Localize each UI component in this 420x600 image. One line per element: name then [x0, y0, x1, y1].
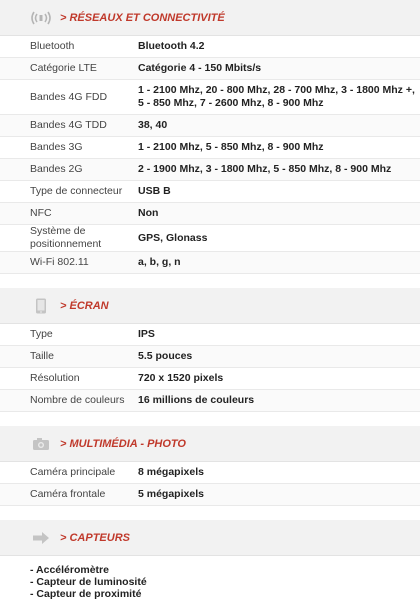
spec-row-nfc: NFC Non	[0, 203, 420, 225]
spec-label: Bandes 4G FDD	[30, 90, 108, 103]
spec-row-camera-frontale: Caméra frontale 5 mégapixels	[0, 484, 420, 506]
spec-value: IPS	[138, 328, 155, 340]
spec-table-multimedia: Caméra principale 8 mégapixels Caméra fr…	[0, 462, 420, 506]
spec-label: Wi-Fi 802.11	[30, 256, 89, 268]
spec-value: 720 x 1520 pixels	[138, 372, 224, 384]
wifi-signal-icon	[30, 10, 52, 26]
camera-icon	[30, 436, 52, 452]
spec-row-connecteur: Type de connecteur USB B	[0, 181, 420, 203]
section-title: > CAPTEURS	[60, 531, 130, 544]
spec-value: Bluetooth 4.2	[138, 40, 205, 52]
list-item: - Accéléromètre	[30, 564, 109, 576]
spec-row-type: Type IPS	[0, 324, 420, 346]
spec-row-taille: Taille 5.5 pouces	[0, 346, 420, 368]
spec-label: NFC	[30, 207, 52, 219]
spec-value: 2 - 1900 Mhz, 3 - 1800 Mhz, 5 - 850 Mhz,…	[138, 163, 392, 175]
spec-label: Taille	[30, 350, 54, 362]
section-title: > MULTIMÉDIA - PHOTO	[60, 437, 186, 450]
phone-screen-icon	[30, 298, 52, 314]
spec-row-positionnement: Système de positionnement GPS, Glonass	[0, 225, 420, 252]
section-title: > RÉSEAUX ET CONNECTIVITÉ	[60, 11, 225, 24]
list-item: - Capteur de luminosité	[30, 576, 147, 588]
spec-value: 5.5 pouces	[138, 350, 193, 362]
section-title: > ÉCRAN	[60, 299, 109, 312]
spec-label: Bandes 2G	[30, 163, 83, 175]
section-header-ecran: > ÉCRAN	[0, 288, 420, 324]
spec-label: Nombre de couleurs	[30, 394, 125, 406]
spec-label: Caméra frontale	[30, 488, 106, 500]
spec-label: Type	[30, 328, 53, 340]
spec-row-2g: Bandes 2G 2 - 1900 Mhz, 3 - 1800 Mhz, 5 …	[0, 159, 420, 181]
spec-value: Catégorie 4 - 150 Mbits/s	[138, 62, 262, 74]
spec-table-reseaux: Bluetooth Bluetooth 4.2 Catégorie LTE Ca…	[0, 36, 420, 274]
section-gap	[0, 274, 420, 288]
list-item: - Capteur de proximité	[30, 588, 142, 600]
spec-label: Bluetooth	[30, 40, 75, 52]
spec-label: Type de connecteur	[30, 185, 123, 197]
spec-label: Bandes 4G TDD	[30, 119, 107, 131]
spec-value: 16 millions de couleurs	[138, 394, 255, 406]
spec-value: 5 mégapixels	[138, 488, 204, 500]
spec-value: Non	[138, 207, 159, 219]
spec-value: GPS, Glonass	[138, 231, 208, 244]
spec-label: Bandes 3G	[30, 141, 83, 153]
spec-value: 1 - 2100 Mhz, 5 - 850 Mhz, 8 - 900 Mhz	[138, 141, 324, 153]
spec-row-wifi: Wi-Fi 802.11 a, b, g, n	[0, 252, 420, 274]
spec-value: a, b, g, n	[138, 256, 181, 268]
spec-sheet: > RÉSEAUX ET CONNECTIVITÉ Bluetooth Blue…	[0, 0, 420, 600]
spec-value: 1 - 2100 Mhz, 20 - 800 Mhz, 28 - 700 Mhz…	[138, 84, 415, 109]
spec-row-couleurs: Nombre de couleurs 16 millions de couleu…	[0, 390, 420, 412]
spec-label: Système de positionnement	[30, 225, 102, 250]
spec-value: USB B	[138, 185, 171, 197]
spec-row-lte: Catégorie LTE Catégorie 4 - 150 Mbits/s	[0, 58, 420, 80]
spec-label: Résolution	[30, 372, 80, 384]
section-gap	[0, 506, 420, 520]
spec-row-3g: Bandes 3G 1 - 2100 Mhz, 5 - 850 Mhz, 8 -…	[0, 137, 420, 159]
arrow-right-icon	[30, 530, 52, 546]
section-gap	[0, 412, 420, 426]
section-header-capteurs: > CAPTEURS	[0, 520, 420, 556]
spec-row-4g-tdd: Bandes 4G TDD 38, 40	[0, 115, 420, 137]
section-header-multimedia: > MULTIMÉDIA - PHOTO	[0, 426, 420, 462]
spec-row-resolution: Résolution 720 x 1520 pixels	[0, 368, 420, 390]
spec-table-ecran: Type IPS Taille 5.5 pouces Résolution 72…	[0, 324, 420, 412]
sensor-list: - Accéléromètre - Capteur de luminosité …	[0, 556, 420, 600]
spec-row-bluetooth: Bluetooth Bluetooth 4.2	[0, 36, 420, 58]
spec-value: 8 mégapixels	[138, 466, 204, 478]
spec-row-camera-principale: Caméra principale 8 mégapixels	[0, 462, 420, 484]
section-header-reseaux: > RÉSEAUX ET CONNECTIVITÉ	[0, 0, 420, 36]
spec-label: Caméra principale	[30, 466, 116, 478]
spec-value: 38, 40	[138, 119, 168, 131]
spec-label: Catégorie LTE	[30, 62, 97, 74]
spec-row-4g-fdd: Bandes 4G FDD 1 - 2100 Mhz, 20 - 800 Mhz…	[0, 80, 420, 115]
